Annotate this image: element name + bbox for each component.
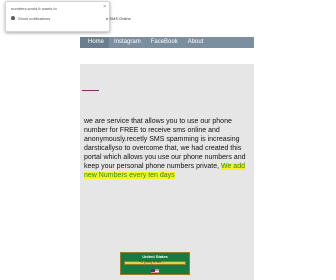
site-title: e SMS Online (106, 16, 131, 21)
nav-facebook[interactable]: FaceBook (146, 37, 183, 48)
phone-number: +1 (205) 6789 ... (139, 260, 165, 264)
close-icon[interactable]: × (103, 4, 106, 10)
popup-option-row[interactable]: Show notifications (11, 15, 50, 21)
us-flag-icon (151, 269, 159, 274)
top-nav: Home Instagram FaceBook About (80, 37, 254, 48)
popup-option-label: Show notifications (18, 15, 51, 21)
country-card[interactable]: United States +1 (205) 6789 ... (120, 252, 190, 275)
nav-home[interactable]: Home (80, 37, 110, 48)
service-description: we are service that allows you to use ou… (84, 117, 254, 180)
popup-site-text: numbers.world.fr wants to (11, 6, 57, 11)
accent-divider (82, 90, 99, 91)
bell-icon (11, 16, 15, 20)
notification-permission-popup: numbers.world.fr wants to × Show notific… (5, 1, 110, 32)
country-name: United States (142, 254, 168, 259)
nav-instagram[interactable]: Instagram (109, 37, 146, 48)
nav-about[interactable]: About (183, 37, 209, 48)
